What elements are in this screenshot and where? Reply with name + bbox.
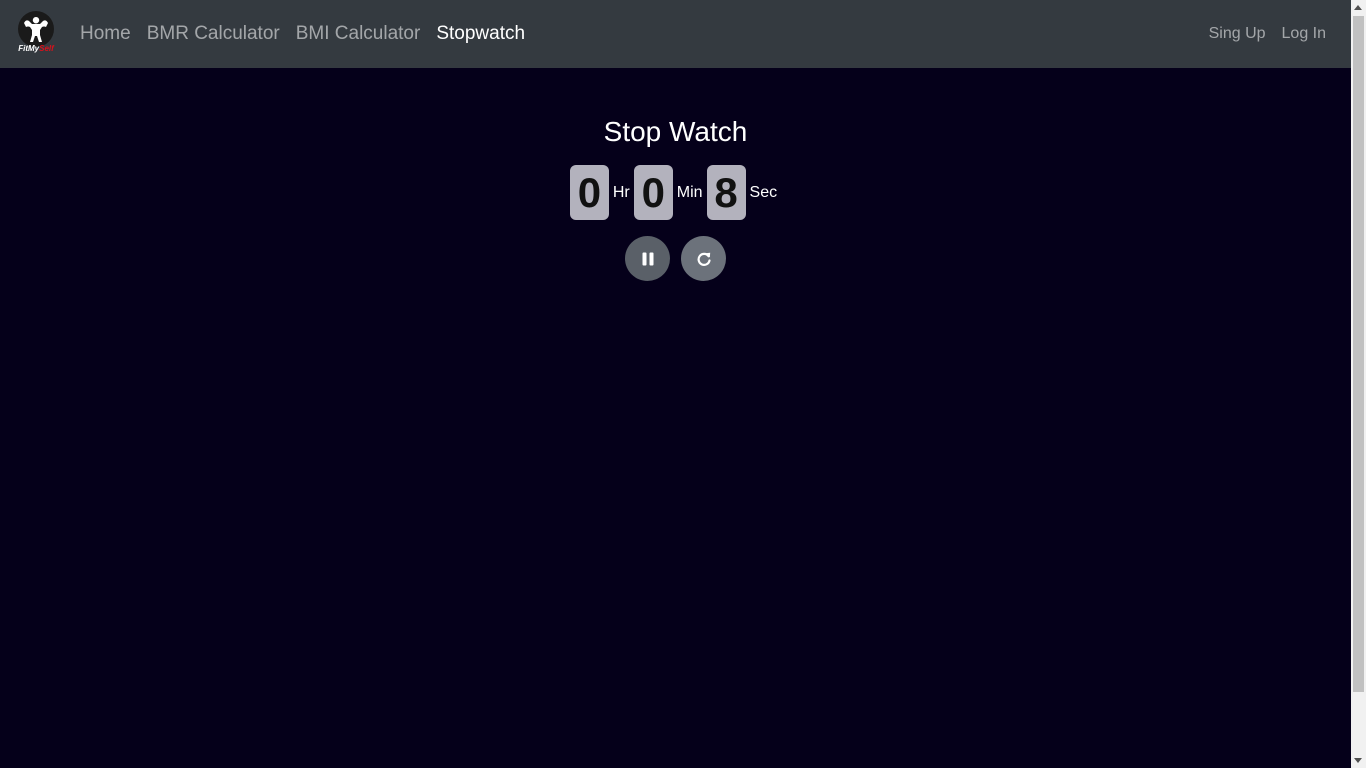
page: FitMySelf Home BMR Calculator BMI Calcul… (0, 0, 1366, 768)
navbar: FitMySelf Home BMR Calculator BMI Calcul… (0, 0, 1351, 68)
minutes-display: 0 (633, 165, 673, 220)
stopwatch-display: 0 Hr 0 Min 8 Sec (0, 165, 1351, 220)
hours-display: 0 (569, 165, 609, 220)
hours-unit-label: Hr (612, 183, 630, 201)
seconds-unit-label: Sec (749, 183, 778, 201)
scroll-up-arrow-icon[interactable] (1354, 5, 1362, 10)
pause-button[interactable] (625, 236, 670, 281)
nav-home[interactable]: Home (72, 0, 139, 68)
login-link[interactable]: Log In (1274, 0, 1334, 68)
scroll-down-arrow-icon[interactable] (1354, 758, 1362, 763)
vertical-scrollbar[interactable] (1351, 0, 1366, 768)
brand-name: FitMySelf (18, 44, 54, 53)
seconds-display: 8 (706, 165, 746, 220)
nav-bmi-calculator[interactable]: BMI Calculator (288, 0, 429, 68)
scrollbar-thumb[interactable] (1353, 16, 1364, 692)
redo-icon (697, 252, 711, 266)
reset-button[interactable] (681, 236, 726, 281)
pause-icon (642, 252, 653, 265)
main-nav: Home BMR Calculator BMI Calculator Stopw… (72, 0, 533, 68)
stopwatch-controls (0, 236, 1351, 281)
brand-logo[interactable]: FitMySelf (14, 11, 58, 57)
auth-nav: Sing Up Log In (1201, 0, 1334, 68)
nav-stopwatch[interactable]: Stopwatch (428, 0, 533, 68)
nav-bmr-calculator[interactable]: BMR Calculator (139, 0, 288, 68)
signup-link[interactable]: Sing Up (1201, 0, 1274, 68)
page-title: Stop Watch (603, 116, 748, 147)
bodybuilder-icon (18, 11, 54, 47)
minutes-unit-label: Min (676, 183, 703, 201)
